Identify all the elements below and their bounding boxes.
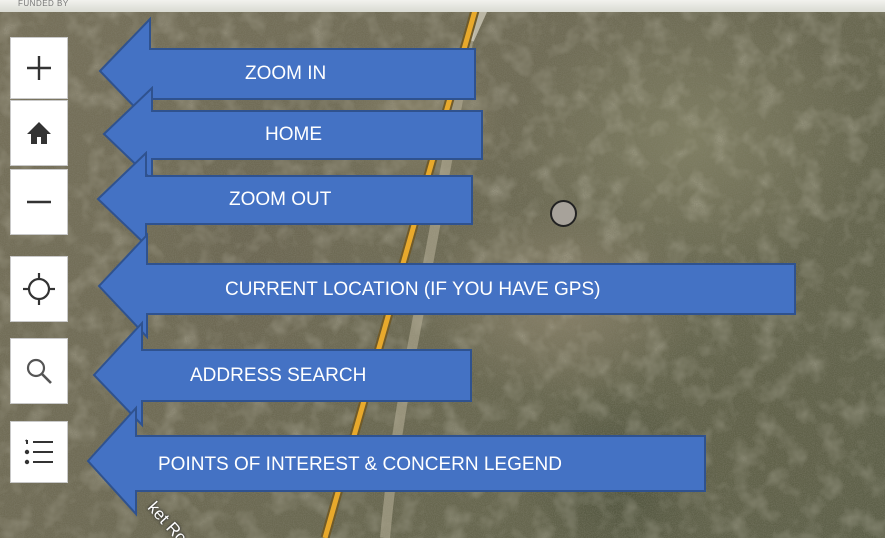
- callout-label: ZOOM OUT: [229, 189, 332, 210]
- banner-text: FUNDED BY: [18, 0, 69, 8]
- callout-label: HOME: [265, 124, 322, 145]
- search-icon: [26, 358, 52, 384]
- top-banner: FUNDED BY: [0, 0, 885, 12]
- location-marker[interactable]: [550, 200, 577, 227]
- legend-button[interactable]: [10, 421, 68, 483]
- crosshair-icon: [23, 273, 55, 305]
- zoom-in-button[interactable]: [10, 37, 68, 99]
- screenshot: FUNDED BY ket Roa ZOOM IN HOME ZOOM OUT …: [0, 0, 885, 538]
- callout-label: ADDRESS SEARCH: [190, 365, 367, 386]
- callout-label: ZOOM IN: [245, 63, 327, 84]
- callout-legend: POINTS OF INTEREST & CONCERN LEGEND: [84, 405, 709, 517]
- plus-icon: [27, 56, 51, 80]
- home-button[interactable]: [10, 100, 68, 166]
- callout-label: POINTS OF INTEREST & CONCERN LEGEND: [158, 454, 562, 475]
- zoom-out-button[interactable]: [10, 169, 68, 235]
- minus-icon: [27, 200, 51, 204]
- current-location-button[interactable]: [10, 256, 68, 322]
- home-icon: [27, 122, 51, 144]
- address-search-button[interactable]: [10, 338, 68, 404]
- list-icon: [24, 439, 53, 465]
- callout-label: CURRENT LOCATION (IF YOU HAVE GPS): [225, 279, 601, 300]
